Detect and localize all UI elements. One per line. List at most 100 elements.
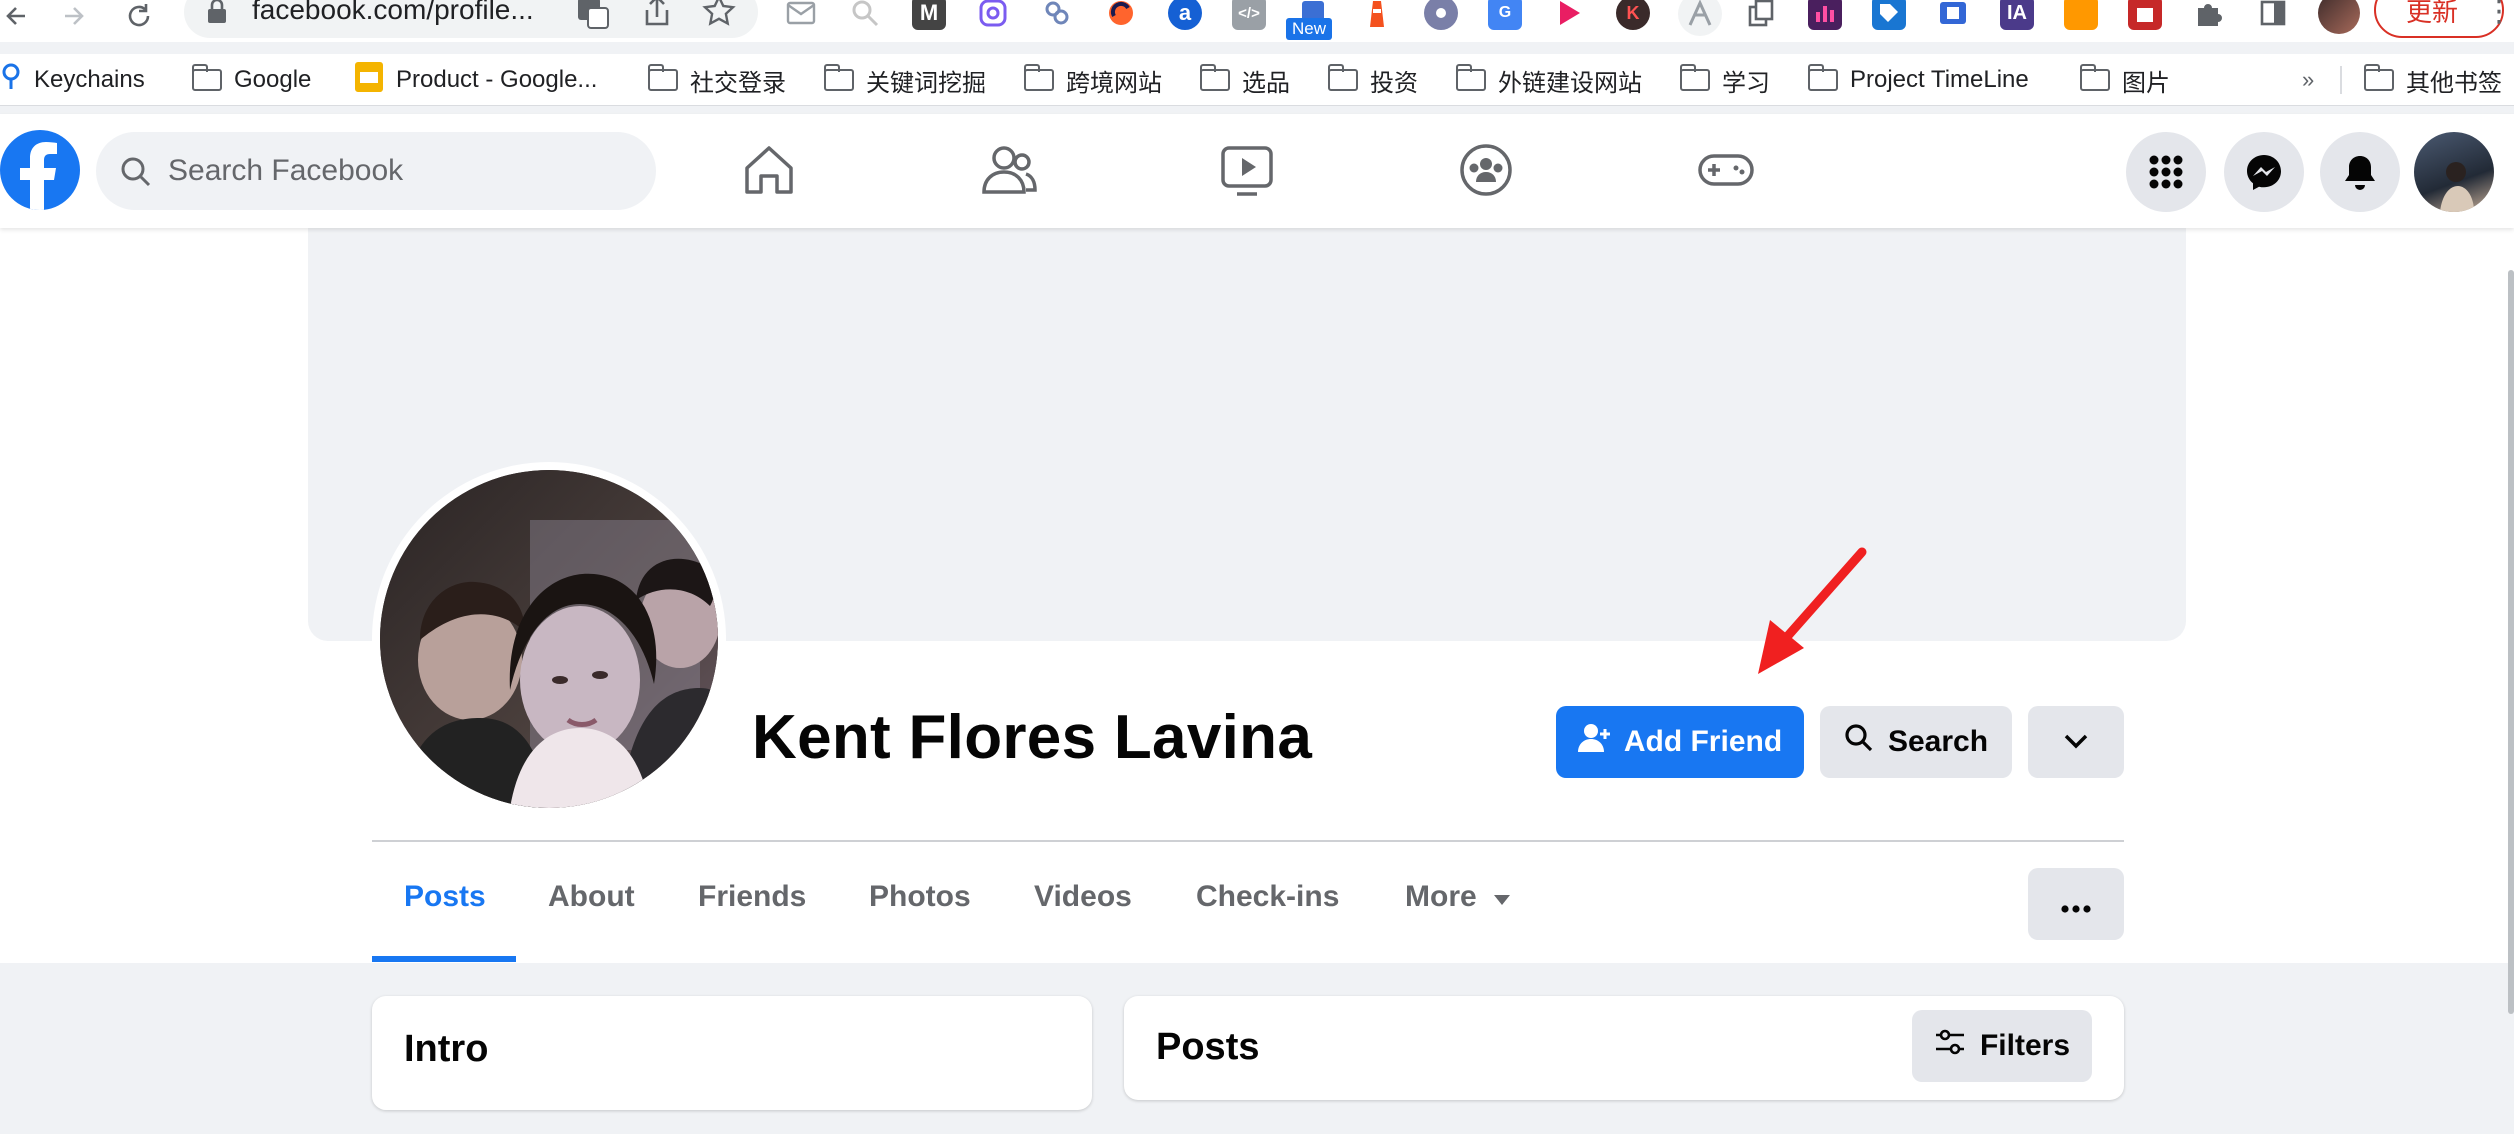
facebook-header: Search Facebook xyxy=(0,114,2514,228)
messenger-icon[interactable] xyxy=(2224,132,2304,212)
groups-icon[interactable] xyxy=(1454,138,1518,202)
bookmark-label: Google xyxy=(234,66,312,93)
bookmark-google[interactable]: Google xyxy=(191,63,312,97)
bookmark-label: 其他书签 xyxy=(2406,69,2502,97)
tab-photos[interactable]: Photos xyxy=(869,880,971,914)
orange-extension-icon[interactable] xyxy=(2064,0,2098,30)
red-extension-icon[interactable] xyxy=(2128,0,2162,30)
back-icon[interactable] xyxy=(0,0,34,32)
reload-icon[interactable] xyxy=(122,0,156,32)
chevron-down-icon xyxy=(2063,725,2089,759)
friends-icon[interactable] xyxy=(976,138,1040,202)
search-placeholder: Search Facebook xyxy=(168,154,404,187)
bookmark-social-login[interactable]: 社交登录 xyxy=(647,63,786,97)
bookmark-cross-border[interactable]: 跨境网站 xyxy=(1023,63,1162,97)
link-extension-icon[interactable] xyxy=(1040,0,1074,30)
folder-icon xyxy=(823,64,854,91)
bookmark-other[interactable]: 其他书签 xyxy=(2363,63,2502,97)
notifications-bell-icon[interactable] xyxy=(2320,132,2400,212)
bookmarks-overflow-button[interactable]: » xyxy=(2302,63,2314,97)
a-extension-icon[interactable]: a xyxy=(1168,0,1202,30)
bookmark-label: 选品 xyxy=(1242,69,1290,97)
filters-icon xyxy=(1934,1029,1966,1063)
profile-search-button[interactable]: Search xyxy=(1820,706,2012,778)
page-scrollbar[interactable] xyxy=(2508,270,2514,1014)
tag-extension-icon[interactable] xyxy=(1872,0,1906,30)
folder-icon xyxy=(1679,64,1710,91)
magnifier-extension-icon[interactable] xyxy=(848,0,882,30)
profile-more-dropdown-button[interactable] xyxy=(2028,706,2124,778)
active-tab-indicator xyxy=(372,956,516,962)
account-avatar[interactable] xyxy=(2414,132,2494,212)
bookmark-label: Product - Google... xyxy=(396,66,598,93)
folder-icon xyxy=(2363,64,2394,91)
intro-title: Intro xyxy=(404,1028,489,1070)
chrome-menu-icon[interactable]: ⋮ xyxy=(2484,0,2514,29)
forward-icon[interactable] xyxy=(56,0,90,32)
m-extension-icon[interactable]: M xyxy=(912,0,946,30)
add-friend-button[interactable]: Add Friend xyxy=(1556,706,1804,778)
profile-picture[interactable] xyxy=(372,462,726,816)
menu-grid-icon[interactable] xyxy=(2126,132,2206,212)
active-extension-icon[interactable] xyxy=(1678,0,1722,36)
chrome-profile-avatar[interactable] xyxy=(2318,0,2360,34)
url-text[interactable]: facebook.com/profile... xyxy=(252,0,534,26)
watch-icon[interactable] xyxy=(1215,138,1279,202)
lock-icon[interactable] xyxy=(206,0,228,29)
k-extension-icon[interactable]: K xyxy=(1616,0,1650,30)
bookmark-project-timeline[interactable]: Project TimeLine xyxy=(1807,63,2029,97)
facebook-logo-icon[interactable] xyxy=(0,130,80,210)
filters-label: Filters xyxy=(1979,1029,2071,1062)
bookmark-keychains[interactable]: Keychains xyxy=(0,63,145,97)
side-panel-icon[interactable] xyxy=(2256,0,2290,30)
bookmark-product-selection[interactable]: 选品 xyxy=(1199,63,1290,97)
more-dots-icon xyxy=(2061,887,2091,921)
chart-extension-icon[interactable] xyxy=(1808,0,1842,30)
disc-extension-icon[interactable] xyxy=(1424,0,1458,30)
bookmark-label: 外链建设网站 xyxy=(1498,69,1642,97)
bookmark-link-building[interactable]: 外链建设网站 xyxy=(1455,63,1642,97)
bookmark-star-icon[interactable] xyxy=(702,0,736,33)
tab-videos[interactable]: Videos xyxy=(1034,880,1132,914)
bookmark-investment[interactable]: 投资 xyxy=(1327,63,1418,97)
google-translate-extension-icon[interactable]: G xyxy=(1488,0,1522,30)
tab-about[interactable]: About xyxy=(548,880,635,914)
lighthouse-extension-icon[interactable] xyxy=(1360,0,1394,30)
tab-more[interactable]: More xyxy=(1405,880,1511,914)
ring-extension-icon[interactable] xyxy=(976,0,1010,30)
profile-divider xyxy=(372,840,2124,842)
profile-name: Kent Flores Lavina xyxy=(752,703,1313,772)
ia-extension-icon[interactable]: IA xyxy=(2000,0,2034,30)
keychain-icon xyxy=(0,63,22,98)
code-extension-icon[interactable]: </> xyxy=(1232,0,1266,30)
gmail-extension-icon[interactable] xyxy=(784,0,818,30)
play-extension-icon[interactable] xyxy=(1552,0,1586,30)
share-icon[interactable] xyxy=(642,0,672,33)
bookmark-keyword-research[interactable]: 关键词挖掘 xyxy=(823,63,986,97)
gaming-icon[interactable] xyxy=(1694,138,1758,202)
bookmark-label: 跨境网站 xyxy=(1066,69,1162,97)
translate-icon[interactable] xyxy=(576,0,610,35)
bookmark-study[interactable]: 学习 xyxy=(1679,63,1770,97)
tab-posts[interactable]: Posts xyxy=(404,880,486,914)
tab-friends[interactable]: Friends xyxy=(698,880,806,914)
caret-down-icon xyxy=(1493,880,1511,914)
puzzle-extensions-icon[interactable] xyxy=(2192,0,2226,30)
profile-options-button[interactable] xyxy=(2028,868,2124,940)
home-icon[interactable] xyxy=(737,138,801,202)
semrush-extension-icon[interactable] xyxy=(1104,0,1138,30)
slides-icon xyxy=(354,61,384,100)
filters-button[interactable]: Filters xyxy=(1912,1010,2092,1082)
bookmark-images[interactable]: 图片 xyxy=(2079,63,2170,97)
bracket-extension-icon[interactable] xyxy=(1936,0,1970,30)
copy-extension-icon[interactable] xyxy=(1744,0,1778,30)
bookmark-label: 关键词挖掘 xyxy=(866,69,986,97)
browser-toolbar: facebook.com/profile... M a </> New G K … xyxy=(0,0,2514,42)
folder-icon xyxy=(647,64,678,91)
profile-photo-image xyxy=(380,470,718,808)
bookmark-product-google[interactable]: Product - Google... xyxy=(354,61,598,100)
search-icon xyxy=(1844,723,1874,761)
intro-card: Intro xyxy=(372,996,1092,1110)
tab-check-ins[interactable]: Check-ins xyxy=(1196,880,1339,914)
bookmark-divider xyxy=(2340,66,2342,94)
